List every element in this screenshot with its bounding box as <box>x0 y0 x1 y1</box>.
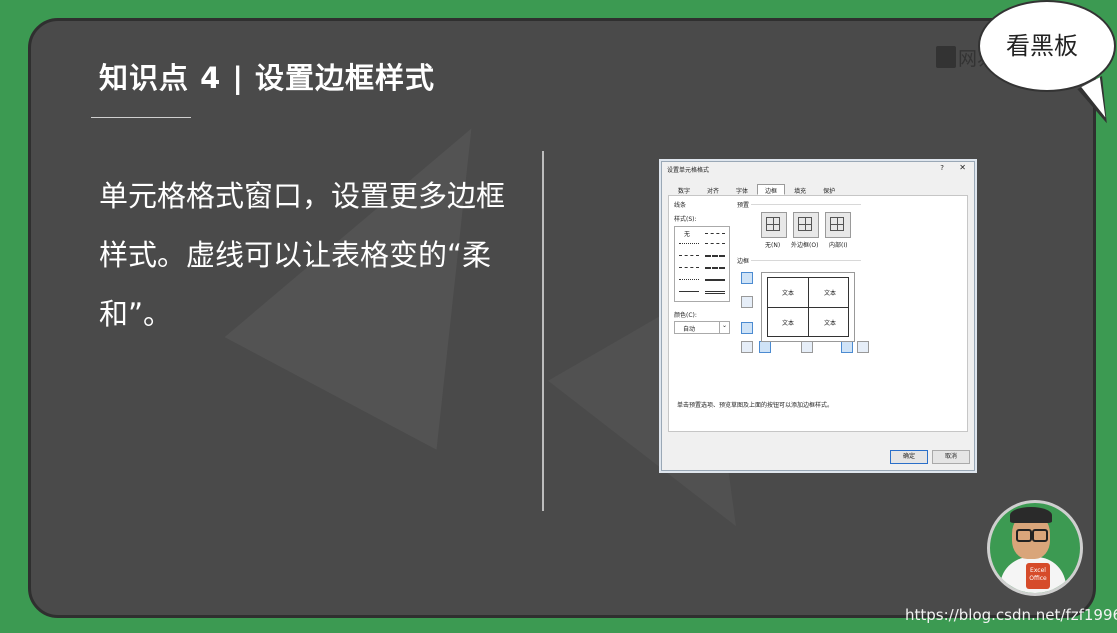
border-none-icon <box>766 217 780 231</box>
preset-none-button[interactable] <box>761 212 787 238</box>
line-style-option[interactable] <box>679 243 699 244</box>
line-style-option[interactable] <box>679 267 699 268</box>
avatar-badge: Excel Office <box>1026 563 1050 589</box>
hint-text: 单击预置选项、预览草图及上面的按钮可以添加边框样式。 <box>677 402 834 409</box>
separator <box>751 204 861 205</box>
preset-inside-label: 内部(I) <box>829 242 848 249</box>
glasses-icon <box>1016 529 1032 542</box>
title-underline <box>91 117 191 118</box>
separator <box>751 260 861 261</box>
preset-inside-button[interactable] <box>825 212 851 238</box>
preview-cell-text: 文本 <box>824 320 837 327</box>
top-border-button[interactable] <box>741 272 753 284</box>
line-group-label: 线条 <box>674 202 687 209</box>
tab-font[interactable]: 字体 <box>728 184 756 195</box>
line-style-option[interactable] <box>705 243 725 244</box>
line-style-option[interactable] <box>679 279 699 280</box>
right-border-button[interactable] <box>841 341 853 353</box>
chalkboard: 知识点 4 | 设置边框样式 单元格格式窗口，设置更多边框样式。虚线可以让表格变… <box>28 18 1096 618</box>
divider-line <box>542 151 544 511</box>
preset-none-label: 无(N) <box>765 242 781 249</box>
help-icon[interactable]: ? <box>940 164 944 172</box>
line-style-option[interactable] <box>679 291 699 292</box>
left-border-button[interactable] <box>759 341 771 353</box>
style-label: 样式(S): <box>674 216 697 223</box>
cancel-button[interactable]: 取消 <box>932 450 970 464</box>
diagonal-up-border-button[interactable] <box>741 341 753 353</box>
format-cells-dialog: 设置单元格格式 ? ✕ 数字 对齐 字体 边框 填充 保护 线条 样式(S): … <box>661 161 975 471</box>
watermark-url: https://blog.csdn.net/fzf1996 <box>905 606 1117 624</box>
close-icon[interactable]: ✕ <box>959 163 966 172</box>
tab-alignment[interactable]: 对齐 <box>699 184 727 195</box>
border-preview[interactable]: 文本 文本 文本 文本 <box>761 272 855 342</box>
chevron-down-icon: ⌄ <box>719 322 729 333</box>
color-value: 自动 <box>683 326 696 333</box>
line-style-option[interactable] <box>705 255 725 257</box>
preview-cell-text: 文本 <box>782 290 795 297</box>
inside-vertical-border-button[interactable] <box>801 341 813 353</box>
tab-border[interactable]: 边框 <box>757 184 786 195</box>
slide-title: 知识点 4 | 设置边框样式 <box>99 61 436 95</box>
border-inside-icon <box>830 217 844 231</box>
line-style-list[interactable]: 无 <box>674 226 730 302</box>
preview-cell-text: 文本 <box>824 290 837 297</box>
preview-horizontal-line <box>768 307 848 308</box>
line-style-option[interactable] <box>705 291 725 294</box>
line-style-option[interactable] <box>705 267 725 269</box>
avatar-hair <box>1010 507 1052 523</box>
diagonal-down-border-button[interactable] <box>857 341 869 353</box>
line-style-option[interactable] <box>679 255 699 256</box>
preset-outline-button[interactable] <box>793 212 819 238</box>
preset-outline-label: 外边框(O) <box>791 242 819 249</box>
tab-protection[interactable]: 保护 <box>815 184 843 195</box>
teacher-avatar: Excel Office <box>987 500 1083 596</box>
glasses-icon <box>1032 529 1048 542</box>
slide-body-text: 单元格格式窗口，设置更多边框样式。虚线可以让表格变的“柔和”。 <box>99 179 506 331</box>
preset-group-label: 预置 <box>737 202 750 209</box>
line-style-option[interactable] <box>705 279 725 281</box>
color-label: 颜色(C): <box>674 312 697 319</box>
dialog-title: 设置单元格格式 <box>667 167 710 174</box>
dialog-tabs: 数字 对齐 字体 边框 填充 保护 <box>670 184 844 195</box>
ok-button[interactable]: 确定 <box>890 450 928 464</box>
preview-grid: 文本 文本 文本 文本 <box>767 277 849 337</box>
line-style-option[interactable] <box>705 233 725 234</box>
bottom-border-button[interactable] <box>741 322 753 334</box>
none-style-option[interactable]: 无 <box>684 229 690 238</box>
color-dropdown[interactable]: 自动 ⌄ <box>674 321 730 334</box>
tab-number[interactable]: 数字 <box>670 184 698 195</box>
brand-logo-icon <box>936 46 956 68</box>
border-panel: 线条 样式(S): 无 颜色(C): 自动 ⌄ 预置 无(N) 外边框(O) 内… <box>668 195 968 432</box>
inside-horizontal-border-button[interactable] <box>741 296 753 308</box>
preview-cell-text: 文本 <box>782 320 795 327</box>
tab-fill[interactable]: 填充 <box>786 184 814 195</box>
speech-bubble-text: 看黑板 <box>1006 32 1078 60</box>
border-outline-icon <box>798 217 812 231</box>
border-group-label: 边框 <box>737 258 750 265</box>
